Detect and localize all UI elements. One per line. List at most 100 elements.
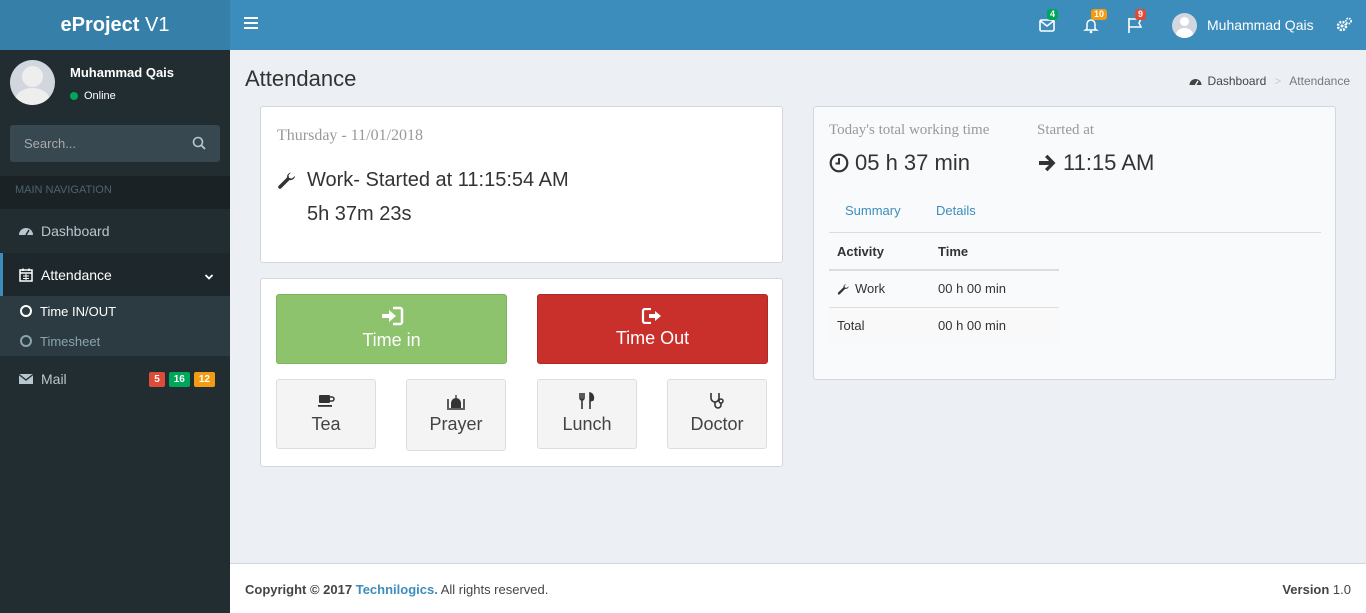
- online-dot-icon: [70, 92, 78, 100]
- tab-summary[interactable]: Summary: [845, 203, 901, 218]
- summary-tabs: Summary Details: [829, 201, 1321, 233]
- total-working-time: 05 h 37 min: [829, 150, 970, 176]
- bell-icon[interactable]: 10: [1082, 9, 1108, 34]
- version-number: 1.0: [1329, 582, 1351, 597]
- activity-cell: Work: [829, 270, 930, 308]
- time-in-label: Time in: [362, 330, 421, 350]
- footer: Copyright © 2017 Technilogics. All right…: [230, 563, 1366, 613]
- notifications-badge: 10: [1091, 9, 1108, 20]
- activity-column-header: Activity: [829, 233, 930, 271]
- breadcrumb-home[interactable]: Dashboard: [1208, 74, 1267, 88]
- envelope-icon: [18, 371, 34, 387]
- calendar-icon: [18, 267, 34, 283]
- time-cell: 00 h 00 min: [930, 270, 1059, 308]
- work-status: Work- Started at 11:15:54 AM: [277, 169, 569, 192]
- sidebar-item-label: Dashboard: [41, 223, 110, 239]
- cutlery-icon: [577, 392, 597, 410]
- work-status-text: Work- Started at 11:15:54 AM: [307, 169, 569, 191]
- mosque-icon: [446, 392, 466, 410]
- time-out-button[interactable]: Time Out: [537, 294, 768, 364]
- logo-bold: eProject: [60, 14, 140, 36]
- sidebar-item-mail[interactable]: Mail 5 16 12: [0, 357, 230, 401]
- work-status-box: Thursday - 11/01/2018 Work- Started at 1…: [260, 106, 783, 263]
- page-title: Attendance: [245, 66, 357, 91]
- version: Version 1.0: [1282, 582, 1351, 597]
- mail-icon[interactable]: 4: [1038, 9, 1059, 34]
- flag-icon[interactable]: 9: [1126, 9, 1147, 34]
- total-working-time-label: Today's total working time: [829, 122, 990, 138]
- time-out-label: Time Out: [615, 328, 690, 348]
- user-status-label: Online: [84, 90, 116, 102]
- activity-name: Work: [855, 281, 886, 297]
- wrench-icon: [277, 171, 297, 191]
- mail-badge: 4: [1047, 9, 1059, 20]
- total-time-cell: 00 h 00 min: [930, 307, 1059, 344]
- sidebar-toggle-icon[interactable]: [244, 17, 258, 31]
- time-in-button[interactable]: Time in: [276, 294, 507, 364]
- table-row: Work 00 h 00 min: [829, 270, 1059, 308]
- total-working-time-value: 05 h 37 min: [855, 150, 970, 175]
- app-logo[interactable]: eProject V1: [0, 0, 230, 50]
- doctor-label: Doctor: [690, 414, 744, 434]
- doctor-button[interactable]: Doctor: [667, 379, 767, 449]
- user-menu-name: Muhammad Qais: [1207, 17, 1314, 33]
- top-navbar: 4 10 9 Muhammad Qais: [230, 0, 1366, 50]
- sidebar-user-name: Muhammad Qais: [70, 65, 175, 80]
- lunch-label: Lunch: [562, 414, 612, 434]
- tea-label: Tea: [311, 414, 341, 434]
- sidebar-item-dashboard[interactable]: Dashboard: [0, 209, 230, 253]
- arrow-right-icon: [1037, 153, 1057, 173]
- current-date: Thursday - 11/01/2018: [277, 127, 424, 144]
- sign-out-icon: [641, 307, 665, 325]
- clock-icon: [829, 153, 849, 173]
- attendance-submenu: Time IN/OUT Timesheet: [0, 296, 230, 356]
- sidebar-item-label: Mail: [41, 371, 67, 387]
- tea-button[interactable]: Tea: [276, 379, 376, 449]
- search-input[interactable]: [10, 125, 185, 162]
- search-icon[interactable]: [192, 136, 206, 150]
- dashboard-icon: [1189, 75, 1202, 87]
- breadcrumb: Dashboard > Attendance: [1189, 74, 1350, 88]
- dashboard-icon: [18, 223, 34, 239]
- coffee-icon: [316, 392, 336, 410]
- user-status: Online: [70, 90, 116, 102]
- copyright: Copyright © 2017 Technilogics. All right…: [245, 582, 548, 597]
- prayer-button[interactable]: Prayer: [406, 379, 506, 451]
- breadcrumb-separator: >: [1274, 74, 1282, 88]
- copyright-text: Copyright © 2017: [245, 582, 356, 597]
- sidebar-item-label: Timesheet: [40, 333, 101, 349]
- sidebar-item-label: Time IN/OUT: [40, 303, 117, 319]
- table-total-row: Total 00 h 00 min: [829, 307, 1059, 344]
- rights-text: All rights reserved.: [437, 582, 549, 597]
- gears-icon[interactable]: [1335, 16, 1353, 34]
- total-label-cell: Total: [829, 307, 930, 344]
- logo-rest: V1: [139, 14, 170, 36]
- company-link[interactable]: Technilogics.: [356, 582, 438, 597]
- summary-box: Today's total working time 05 h 37 min S…: [813, 106, 1336, 380]
- prayer-label: Prayer: [429, 414, 483, 434]
- time-column-header: Time: [930, 233, 1059, 271]
- started-at: 11:15 AM: [1037, 150, 1154, 176]
- version-label: Version: [1282, 582, 1330, 597]
- wrench-icon: [837, 283, 850, 296]
- user-menu[interactable]: Muhammad Qais: [1172, 12, 1314, 38]
- actions-box: Time in Time Out Tea Prayer Lunch Doctor: [260, 278, 783, 467]
- table-header-row: Activity Time: [829, 233, 1059, 271]
- sidebar-item-label: Attendance: [41, 267, 112, 283]
- sidebar: Muhammad Qais Online MAIN NAVIGATION Das…: [0, 50, 230, 613]
- mail-labels: 5 16 12: [145, 372, 215, 387]
- tab-details[interactable]: Details: [936, 203, 976, 218]
- started-at-value: 11:15 AM: [1063, 150, 1155, 175]
- sidebar-search: [10, 125, 220, 162]
- lunch-button[interactable]: Lunch: [537, 379, 637, 449]
- sidebar-item-attendance[interactable]: Attendance: [0, 253, 230, 297]
- sidebar-item-timesheet[interactable]: Timesheet: [20, 326, 100, 356]
- user-avatar: [1172, 12, 1197, 38]
- elapsed-time: 5h 37m 23s: [307, 203, 412, 225]
- breadcrumb-current: Attendance: [1289, 74, 1350, 88]
- sidebar-item-time-in-out[interactable]: Time IN/OUT: [20, 296, 116, 326]
- chevron-down-icon: [204, 269, 214, 285]
- mail-label-red: 5: [149, 372, 165, 387]
- circle-icon: [20, 335, 32, 347]
- circle-icon: [20, 305, 32, 317]
